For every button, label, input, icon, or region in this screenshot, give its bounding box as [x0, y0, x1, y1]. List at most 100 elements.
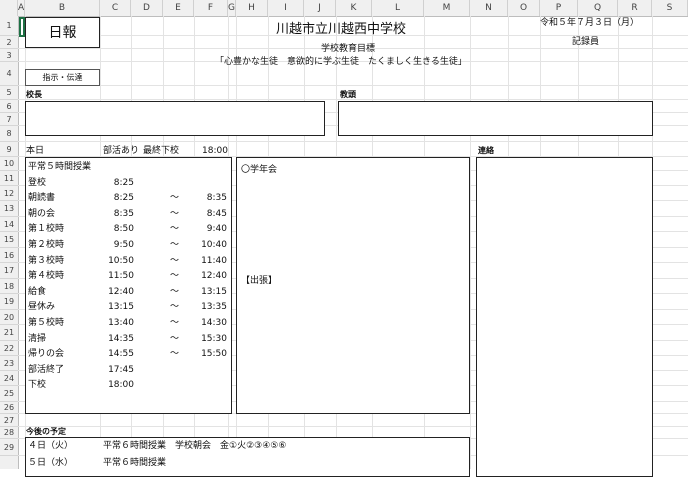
column-header-G[interactable]: G	[228, 0, 236, 16]
shutcho-label: 【出張】	[241, 276, 278, 286]
row-header-17[interactable]: 17	[0, 263, 18, 279]
row-header-10[interactable]: 10	[0, 157, 18, 171]
grid-col-line	[470, 16, 471, 469]
schedule-name: 昼休み	[28, 302, 56, 313]
row-header-2[interactable]: 2	[0, 36, 18, 49]
schedule-start: 17:45	[108, 364, 134, 375]
row-header-27[interactable]: 27	[0, 414, 18, 427]
school-goal: 「心豊かな生徒 意欲的に学ぶ生徒 たくましく生きる生徒」	[215, 57, 467, 67]
row-header-11[interactable]: 11	[0, 171, 18, 186]
row-header-29[interactable]: 29	[0, 439, 18, 456]
column-header-E[interactable]: E	[163, 0, 194, 16]
column-header-A[interactable]: A	[18, 0, 25, 16]
schedule-start: 11:50	[108, 271, 134, 282]
row-header-28[interactable]: 28	[0, 427, 18, 439]
schedule-name: 第４校時	[28, 271, 65, 282]
column-header-D[interactable]: D	[131, 0, 163, 16]
goal-title: 学校教育目標	[321, 44, 376, 54]
column-header-F[interactable]: F	[194, 0, 228, 16]
schedule-end: 13:35	[201, 302, 227, 313]
future-day: ５日（水）	[28, 458, 74, 468]
schedule-end: 15:50	[201, 349, 227, 360]
schedule-end: 8:45	[206, 208, 227, 219]
schedule-name: 給食	[28, 286, 47, 297]
select-all-corner[interactable]	[0, 0, 18, 16]
future-text: 平常６時間授業	[103, 458, 167, 468]
schedule-name: 第３校時	[28, 255, 65, 266]
column-header-K[interactable]: K	[336, 0, 372, 16]
schedule-end: 9:40	[206, 224, 227, 235]
schedule-end: 15:30	[201, 333, 227, 344]
row-header-8[interactable]: 8	[0, 126, 18, 142]
shiji-button-label: 指示・伝達	[42, 73, 83, 82]
schedule-end: 13:15	[201, 286, 227, 297]
schedule-tilde: ～	[170, 318, 180, 328]
schedule-tilde: ～	[170, 224, 180, 235]
row-header-7[interactable]: 7	[0, 113, 18, 126]
nippo-box: 日報	[25, 17, 100, 48]
schedule-name: 第２校時	[28, 240, 65, 250]
column-header-S[interactable]: S	[652, 0, 688, 16]
schedule-start: 14:55	[108, 349, 134, 360]
row-header-21[interactable]: 21	[0, 325, 18, 341]
column-header-H[interactable]: H	[236, 0, 268, 16]
row-header-9[interactable]: 9	[0, 142, 18, 157]
column-header-N[interactable]: N	[470, 0, 508, 16]
column-header-R[interactable]: R	[618, 0, 652, 16]
row-header-bar: 1 2 3 4 5 6 7 8 9 10 11 12 13 14 15 16 17 18 19 20 21 22 23 24 2…	[0, 16, 19, 469]
row-header-6[interactable]: 6	[0, 100, 18, 113]
kyoto-box[interactable]	[338, 101, 653, 136]
column-header-O[interactable]: O	[508, 0, 540, 16]
schedule-name: 第５校時	[28, 318, 65, 328]
row-header-26[interactable]: 26	[0, 402, 18, 414]
schedule-start: 13:40	[108, 318, 134, 328]
column-header-Q[interactable]: Q	[578, 0, 618, 16]
renraku-label: 連絡	[478, 146, 494, 155]
schedule-day: 本日	[26, 146, 45, 156]
schedule-start: 9:50	[113, 240, 134, 250]
row-header-18[interactable]: 18	[0, 279, 18, 294]
row-header-1[interactable]: 1	[0, 16, 18, 36]
future-day: ４日（火）	[28, 441, 74, 451]
row-header-19[interactable]: 19	[0, 294, 18, 310]
schedule-end: 11:40	[201, 255, 227, 266]
column-header-I[interactable]: I	[268, 0, 304, 16]
column-header-B[interactable]: B	[25, 0, 100, 16]
row-header-25[interactable]: 25	[0, 386, 18, 402]
schedule-start: 13:15	[108, 302, 134, 313]
column-header-C[interactable]: C	[100, 0, 131, 16]
kyoto-label: 教頭	[340, 90, 356, 99]
row-header-5[interactable]: 5	[0, 86, 18, 100]
bukatsu-label: 部活あり	[103, 146, 140, 156]
renraku-box[interactable]	[476, 157, 653, 477]
column-header-bar: ABCDEFGHIJKLMNOPQRS	[0, 0, 688, 17]
column-header-J[interactable]: J	[304, 0, 336, 16]
row-header-14[interactable]: 14	[0, 217, 18, 232]
schedule-start: 8:35	[113, 208, 134, 219]
schedule-tilde: ～	[170, 208, 180, 219]
row-header-15[interactable]: 15	[0, 232, 18, 248]
schedule-tilde: ～	[170, 240, 180, 250]
gakunenkai-box[interactable]: 〇学年会 【出張】	[236, 157, 470, 414]
column-header-M[interactable]: M	[424, 0, 470, 16]
row-header-23[interactable]: 23	[0, 356, 18, 371]
row-header-12[interactable]: 12	[0, 186, 18, 201]
row-header-13[interactable]: 13	[0, 201, 18, 217]
row-header-16[interactable]: 16	[0, 248, 18, 263]
kocho-box[interactable]	[25, 101, 325, 136]
schedule-start: 8:25	[113, 177, 134, 188]
schedule-start: 8:25	[113, 193, 134, 204]
row-header-4[interactable]: 4	[0, 62, 18, 86]
row-header-24[interactable]: 24	[0, 371, 18, 386]
row-header-3[interactable]: 3	[0, 49, 18, 62]
schedule-start: 18:00	[108, 380, 134, 391]
kirokuin-label: 記録員	[572, 37, 600, 47]
row-header-20[interactable]: 20	[0, 310, 18, 325]
column-header-L[interactable]: L	[372, 0, 424, 16]
future-box: ４日（火） 平常６時間授業 学校朝会 金①火②③④⑤⑥ ５日（水） 平常６時間授業	[25, 437, 470, 477]
schedule-tilde: ～	[170, 286, 180, 297]
column-header-P[interactable]: P	[540, 0, 578, 16]
shiji-button[interactable]: 指示・伝達	[25, 69, 100, 86]
grid-row-line	[18, 141, 688, 142]
row-header-22[interactable]: 22	[0, 341, 18, 356]
